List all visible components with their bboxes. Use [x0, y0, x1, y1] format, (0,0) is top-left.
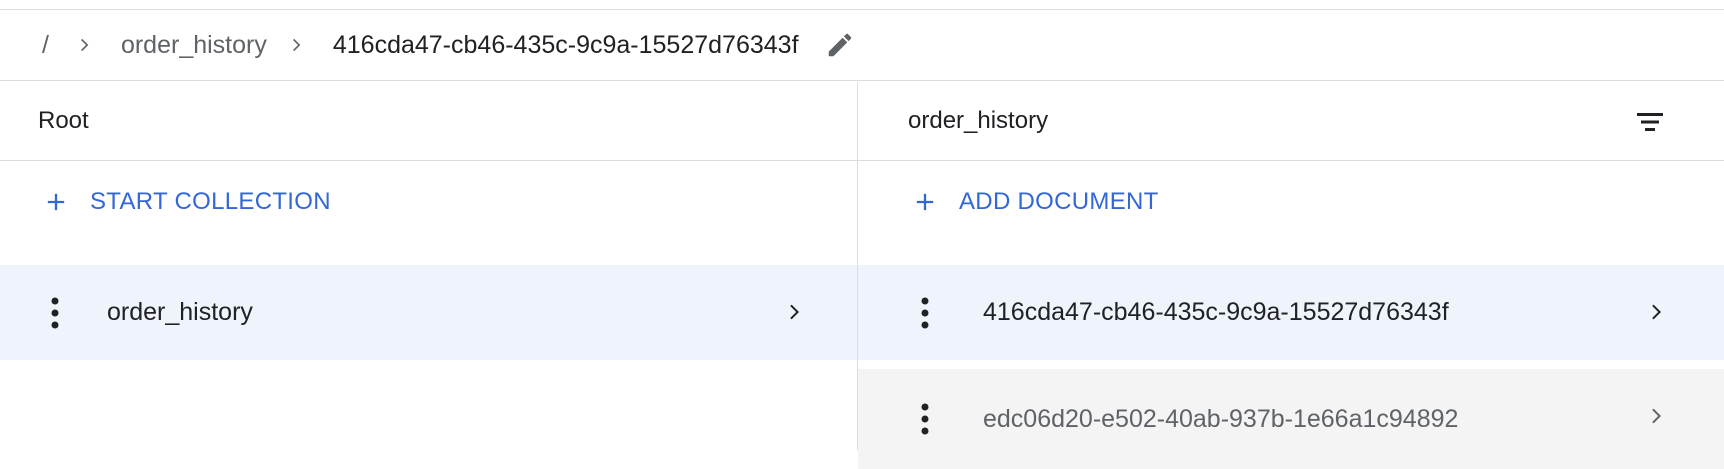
more-vert-icon[interactable] — [915, 293, 935, 333]
chevron-right-icon — [75, 35, 95, 55]
edit-pencil-icon[interactable] — [825, 29, 857, 61]
filter-list-icon[interactable] — [1634, 106, 1666, 138]
chevron-right-icon — [1645, 300, 1669, 324]
plus-icon — [42, 188, 70, 216]
collection-panel-header: order_history — [858, 82, 1724, 161]
root-panel: Root START COLLECTION order_history — [0, 82, 858, 450]
list-item-label: 416cda47-cb46-435c-9c9a-15527d76343f — [983, 298, 1449, 326]
more-vert-icon[interactable] — [45, 293, 65, 333]
list-item-label: order_history — [107, 298, 253, 326]
start-collection-label: START COLLECTION — [90, 188, 331, 215]
collection-panel: order_history ADD DOCUMENT 416cda47-cb46… — [858, 82, 1724, 469]
add-document-label: ADD DOCUMENT — [959, 188, 1159, 215]
breadcrumb-collection[interactable]: order_history — [121, 31, 267, 60]
root-panel-header: Root — [0, 82, 857, 161]
panel-title: Root — [38, 107, 89, 134]
list-item[interactable]: order_history — [0, 265, 857, 360]
document-list: 416cda47-cb46-435c-9c9a-15527d76343f edc… — [858, 265, 1724, 469]
breadcrumb-root[interactable]: / — [42, 31, 49, 60]
breadcrumb-document: 416cda47-cb46-435c-9c9a-15527d76343f — [332, 30, 799, 59]
more-vert-icon[interactable] — [915, 399, 935, 439]
chevron-right-icon — [1645, 404, 1669, 428]
chevron-right-icon — [287, 35, 307, 55]
list-item[interactable]: edc06d20-e502-40ab-937b-1e66a1c94892 — [858, 369, 1724, 469]
list-item[interactable]: 416cda47-cb46-435c-9c9a-15527d76343f — [858, 265, 1724, 360]
start-collection-button[interactable]: START COLLECTION — [0, 161, 857, 243]
add-document-button[interactable]: ADD DOCUMENT — [858, 161, 1724, 243]
collection-list: order_history — [0, 265, 857, 360]
plus-icon — [911, 188, 939, 216]
breadcrumb: / order_history 416cda47-cb46-435c-9c9a-… — [0, 10, 1724, 81]
panel-title: order_history — [908, 107, 1049, 134]
chevron-right-icon — [783, 300, 807, 324]
list-item-label: edc06d20-e502-40ab-937b-1e66a1c94892 — [983, 404, 1459, 433]
